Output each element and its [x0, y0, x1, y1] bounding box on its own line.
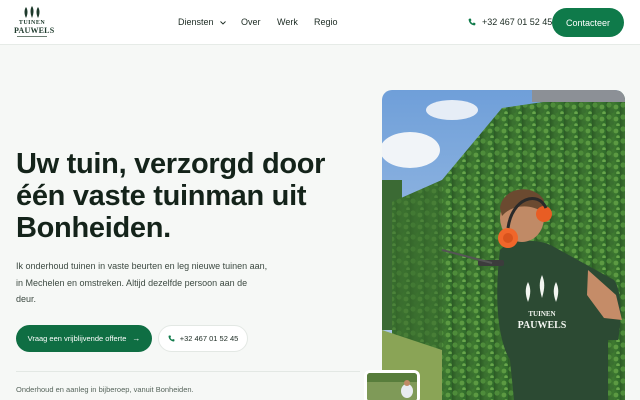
site-header: TUINEN PAUWELS Diensten Over Werk Regio …	[0, 0, 640, 45]
nav-item-diensten[interactable]: Diensten	[178, 17, 226, 28]
hero-phone-number: +32 467 01 52 45	[179, 334, 239, 343]
garden-thumbnail-image	[367, 373, 417, 400]
hedge-trimming-illustration: TUINEN PAUWELS	[382, 90, 625, 400]
hero-tagline: Onderhoud en aanleg in bijberoep, vanuit…	[16, 385, 194, 394]
phone-icon	[468, 18, 476, 26]
thumbnail-photo[interactable]	[364, 370, 420, 400]
gardener-photo: TUINEN PAUWELS	[382, 90, 625, 400]
brand-logo[interactable]: TUINEN PAUWELS	[14, 6, 55, 38]
hero-description: Ik onderhoud tuinen in vaste beurten en …	[16, 261, 268, 304]
chevron-down-icon	[220, 20, 226, 25]
hero-divider	[16, 371, 360, 372]
leaf-logo-icon	[24, 6, 40, 18]
request-quote-label: Vraag een vrijblijvende offerte	[27, 334, 127, 343]
nav-item-over[interactable]: Over	[241, 17, 261, 28]
shirt-logo-top: TUINEN	[528, 310, 555, 318]
hero-title: Uw tuin, verzorgd door één vaste tuinman…	[16, 148, 326, 244]
phone-icon	[168, 335, 175, 342]
logo-underline	[17, 36, 47, 37]
nav-label-diensten: Diensten	[178, 17, 214, 27]
contact-button[interactable]: Contacteer	[552, 8, 624, 37]
request-quote-button[interactable]: Vraag een vrijblijvende offerte →	[16, 325, 152, 352]
header-phone-link[interactable]: +32 467 01 52 45	[468, 16, 552, 28]
hero-phone-button[interactable]: +32 467 01 52 45	[158, 325, 248, 352]
arrow-right-icon: →	[132, 334, 141, 343]
shirt-logo-main: PAUWELS	[518, 320, 567, 331]
logo-text-main: PAUWELS	[14, 26, 55, 35]
nav-item-regio[interactable]: Regio	[314, 17, 338, 28]
nav-item-werk[interactable]: Werk	[277, 17, 298, 28]
header-phone-number: +32 467 01 52 45	[482, 17, 553, 27]
